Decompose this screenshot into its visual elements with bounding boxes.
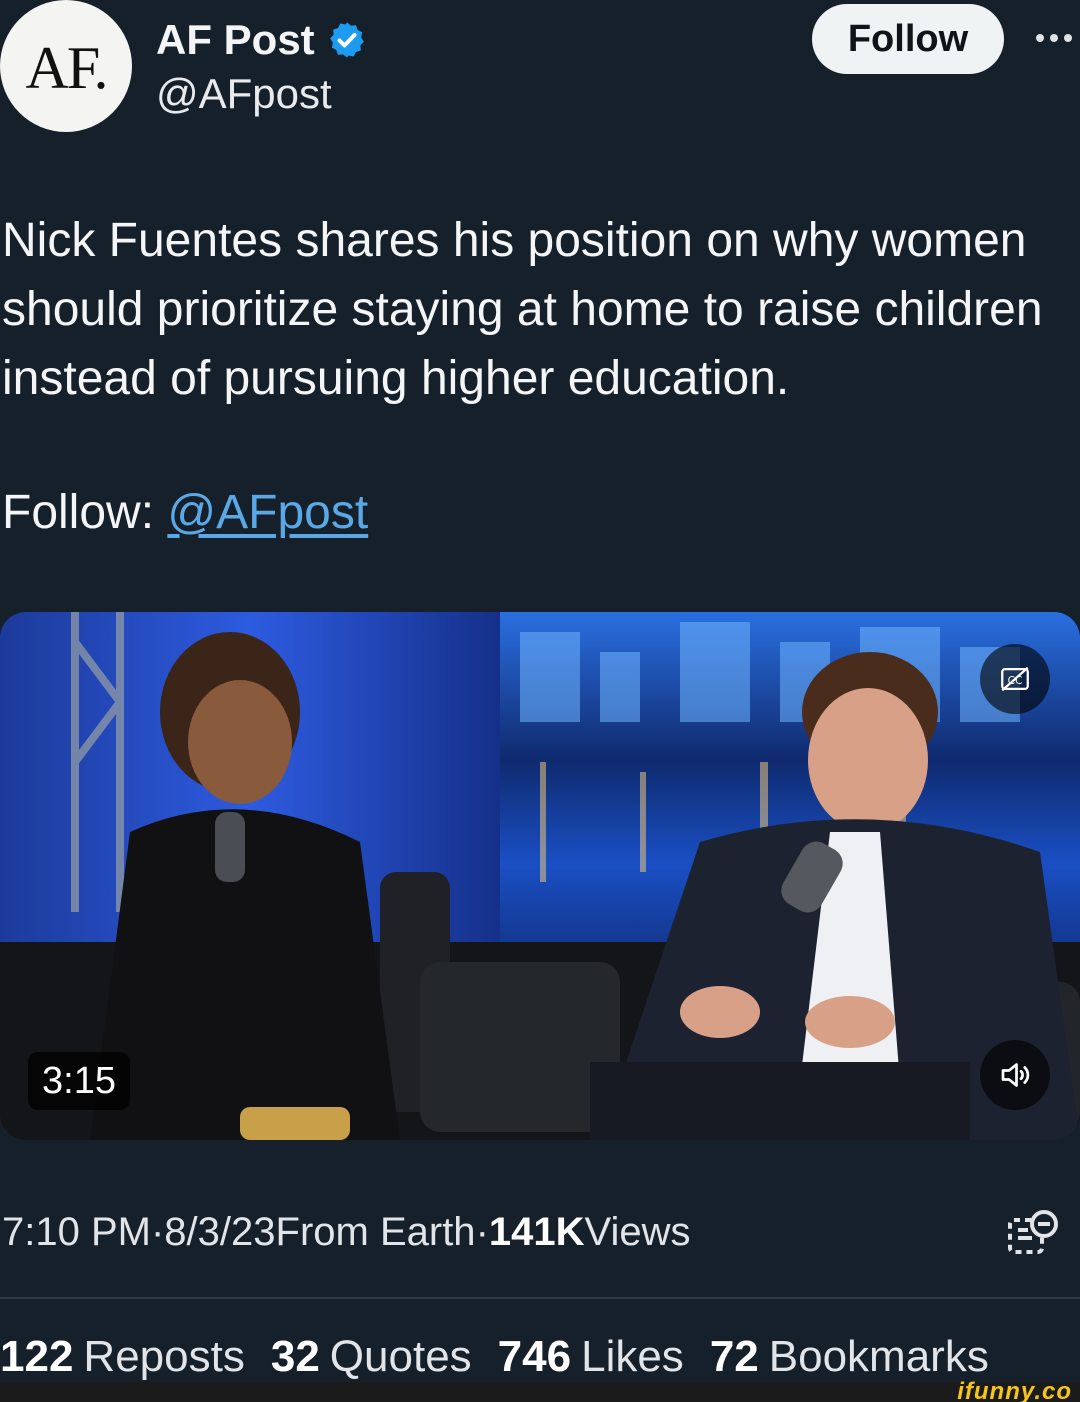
cc-glyph-icon: CC [1001, 666, 1029, 692]
views-label: Views [584, 1210, 691, 1254]
bookmarks-stat[interactable]: 72 Bookmarks [710, 1332, 989, 1382]
bottom-bar [0, 1382, 1080, 1402]
watermark: ifunny.co [957, 1378, 1072, 1402]
meta-separator: · [150, 1210, 165, 1254]
dot [1036, 34, 1044, 42]
dot [1050, 34, 1058, 42]
follow-line: Follow: @AFpost [2, 478, 368, 547]
tweet-source: From Earth [275, 1210, 476, 1254]
divider [0, 1297, 1080, 1299]
reposts-count: 122 [0, 1332, 74, 1381]
avatar-logo-text: AF. [25, 34, 109, 101]
meta-separator: · [475, 1210, 489, 1254]
follow-button[interactable]: Follow [812, 4, 1004, 74]
likes-count: 746 [497, 1332, 572, 1381]
views-count: 141K [488, 1210, 585, 1254]
follow-prefix: Follow: [2, 486, 168, 539]
quotes-stat[interactable]: 32 Quotes [271, 1332, 472, 1382]
engagement-stats: 122 Reposts 32 Quotes 746 Likes 72 Bookmarks [0, 1332, 989, 1382]
tweet-date[interactable]: 8/3/23 [164, 1210, 275, 1255]
video-player[interactable]: 3:15 CC [0, 612, 1080, 1140]
reposts-stat[interactable]: 122 Reposts [0, 1332, 245, 1382]
tweet-meta: 7:10 PM · 8/3/23 From Earth · 141K Views [2, 1210, 691, 1255]
display-name-row[interactable]: AF Post [156, 16, 367, 64]
speaker-icon[interactable] [980, 1040, 1050, 1110]
likes-stat[interactable]: 746 Likes [498, 1332, 684, 1382]
tweet-text: Nick Fuentes shares his position on why … [2, 214, 1043, 405]
tweet-time[interactable]: 7:10 PM [2, 1210, 151, 1255]
avatar[interactable]: AF. [0, 0, 132, 132]
video-duration: 3:15 [28, 1052, 130, 1110]
likes-label: Likes [581, 1332, 684, 1381]
display-name: AF Post [156, 16, 315, 63]
quotes-count: 32 [270, 1332, 320, 1381]
bookmarks-count: 72 [709, 1332, 759, 1381]
verified-badge-icon [329, 22, 364, 58]
speaker-glyph-icon [1001, 1063, 1030, 1087]
bookmarks-label: Bookmarks [768, 1332, 989, 1381]
follow-mention-link[interactable]: @AFpost [167, 486, 368, 539]
dot [1064, 34, 1072, 42]
user-handle[interactable]: @AFpost [156, 70, 332, 118]
closed-captions-icon[interactable]: CC [980, 644, 1050, 714]
analytics-icon[interactable] [1004, 1208, 1060, 1264]
reposts-label: Reposts [83, 1332, 245, 1381]
more-dots-icon[interactable] [1030, 20, 1078, 56]
quotes-label: Quotes [329, 1332, 472, 1381]
video-thumbnail [0, 612, 1080, 1140]
